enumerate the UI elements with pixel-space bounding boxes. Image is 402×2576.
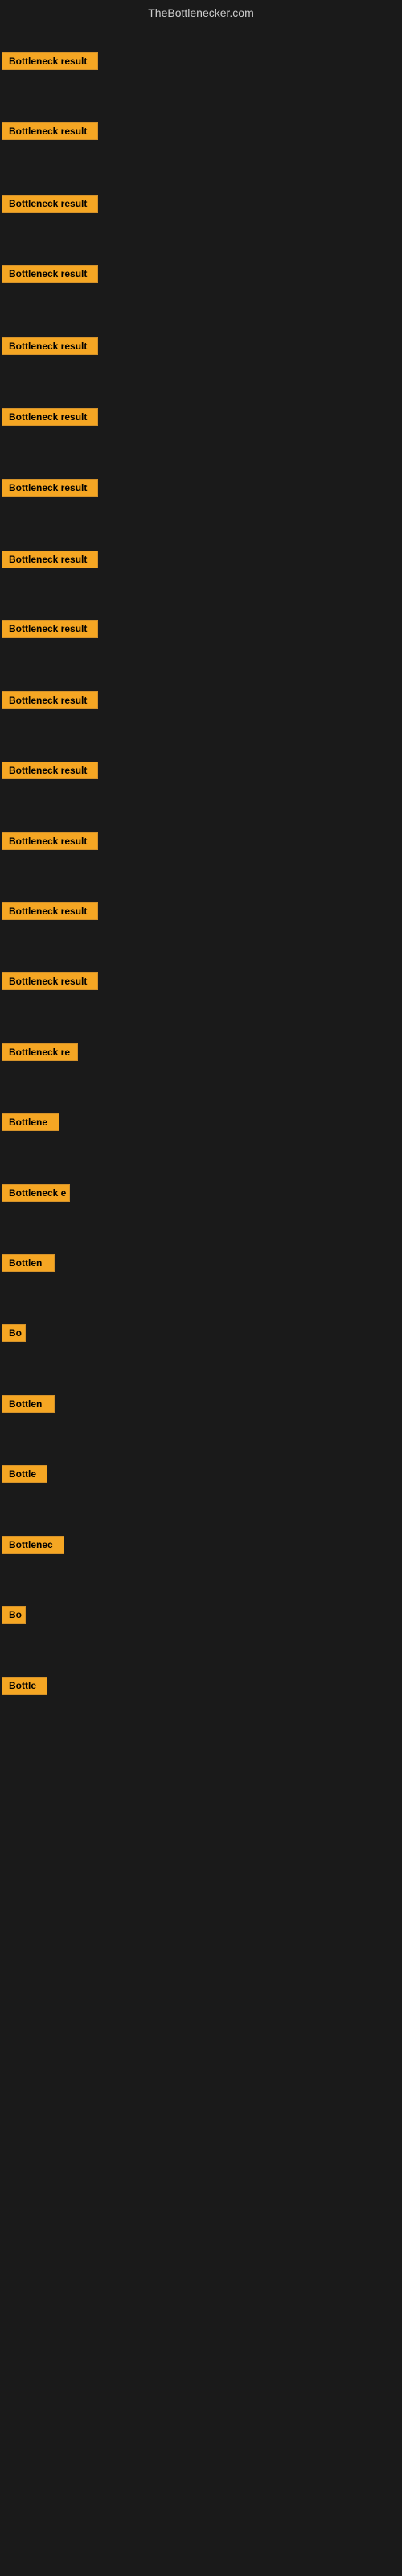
bottleneck-badge-5[interactable]: Bottleneck result — [2, 337, 98, 355]
bottleneck-badge-10[interactable]: Bottleneck result — [2, 691, 98, 709]
bottleneck-badge-7[interactable]: Bottleneck result — [2, 479, 98, 497]
bottleneck-badge-3[interactable]: Bottleneck result — [2, 195, 98, 213]
site-title: TheBottlenecker.com — [148, 6, 254, 19]
bottleneck-badge-17[interactable]: Bottleneck e — [2, 1184, 70, 1202]
bottleneck-badge-6[interactable]: Bottleneck result — [2, 408, 98, 426]
bottleneck-badge-19[interactable]: Bo — [2, 1324, 26, 1342]
bottleneck-badge-15[interactable]: Bottleneck re — [2, 1043, 78, 1061]
bottleneck-badge-8[interactable]: Bottleneck result — [2, 551, 98, 568]
bottleneck-badge-2[interactable]: Bottleneck result — [2, 122, 98, 140]
bottleneck-badge-14[interactable]: Bottleneck result — [2, 972, 98, 990]
bottleneck-badge-18[interactable]: Bottlen — [2, 1254, 55, 1272]
bottleneck-badge-4[interactable]: Bottleneck result — [2, 265, 98, 283]
bottleneck-badge-13[interactable]: Bottleneck result — [2, 902, 98, 920]
bottleneck-badge-1[interactable]: Bottleneck result — [2, 52, 98, 70]
bottleneck-badge-11[interactable]: Bottleneck result — [2, 762, 98, 779]
bottleneck-badge-20[interactable]: Bottlen — [2, 1395, 55, 1413]
bottleneck-badge-9[interactable]: Bottleneck result — [2, 620, 98, 638]
bottleneck-badge-21[interactable]: Bottle — [2, 1465, 47, 1483]
bottleneck-badge-12[interactable]: Bottleneck result — [2, 832, 98, 850]
bottleneck-badge-16[interactable]: Bottlene — [2, 1113, 59, 1131]
bottleneck-badge-24[interactable]: Bottle — [2, 1677, 47, 1695]
bottleneck-badge-22[interactable]: Bottlenec — [2, 1536, 64, 1554]
site-header: TheBottlenecker.com — [0, 0, 402, 23]
bottleneck-badge-23[interactable]: Bo — [2, 1606, 26, 1624]
